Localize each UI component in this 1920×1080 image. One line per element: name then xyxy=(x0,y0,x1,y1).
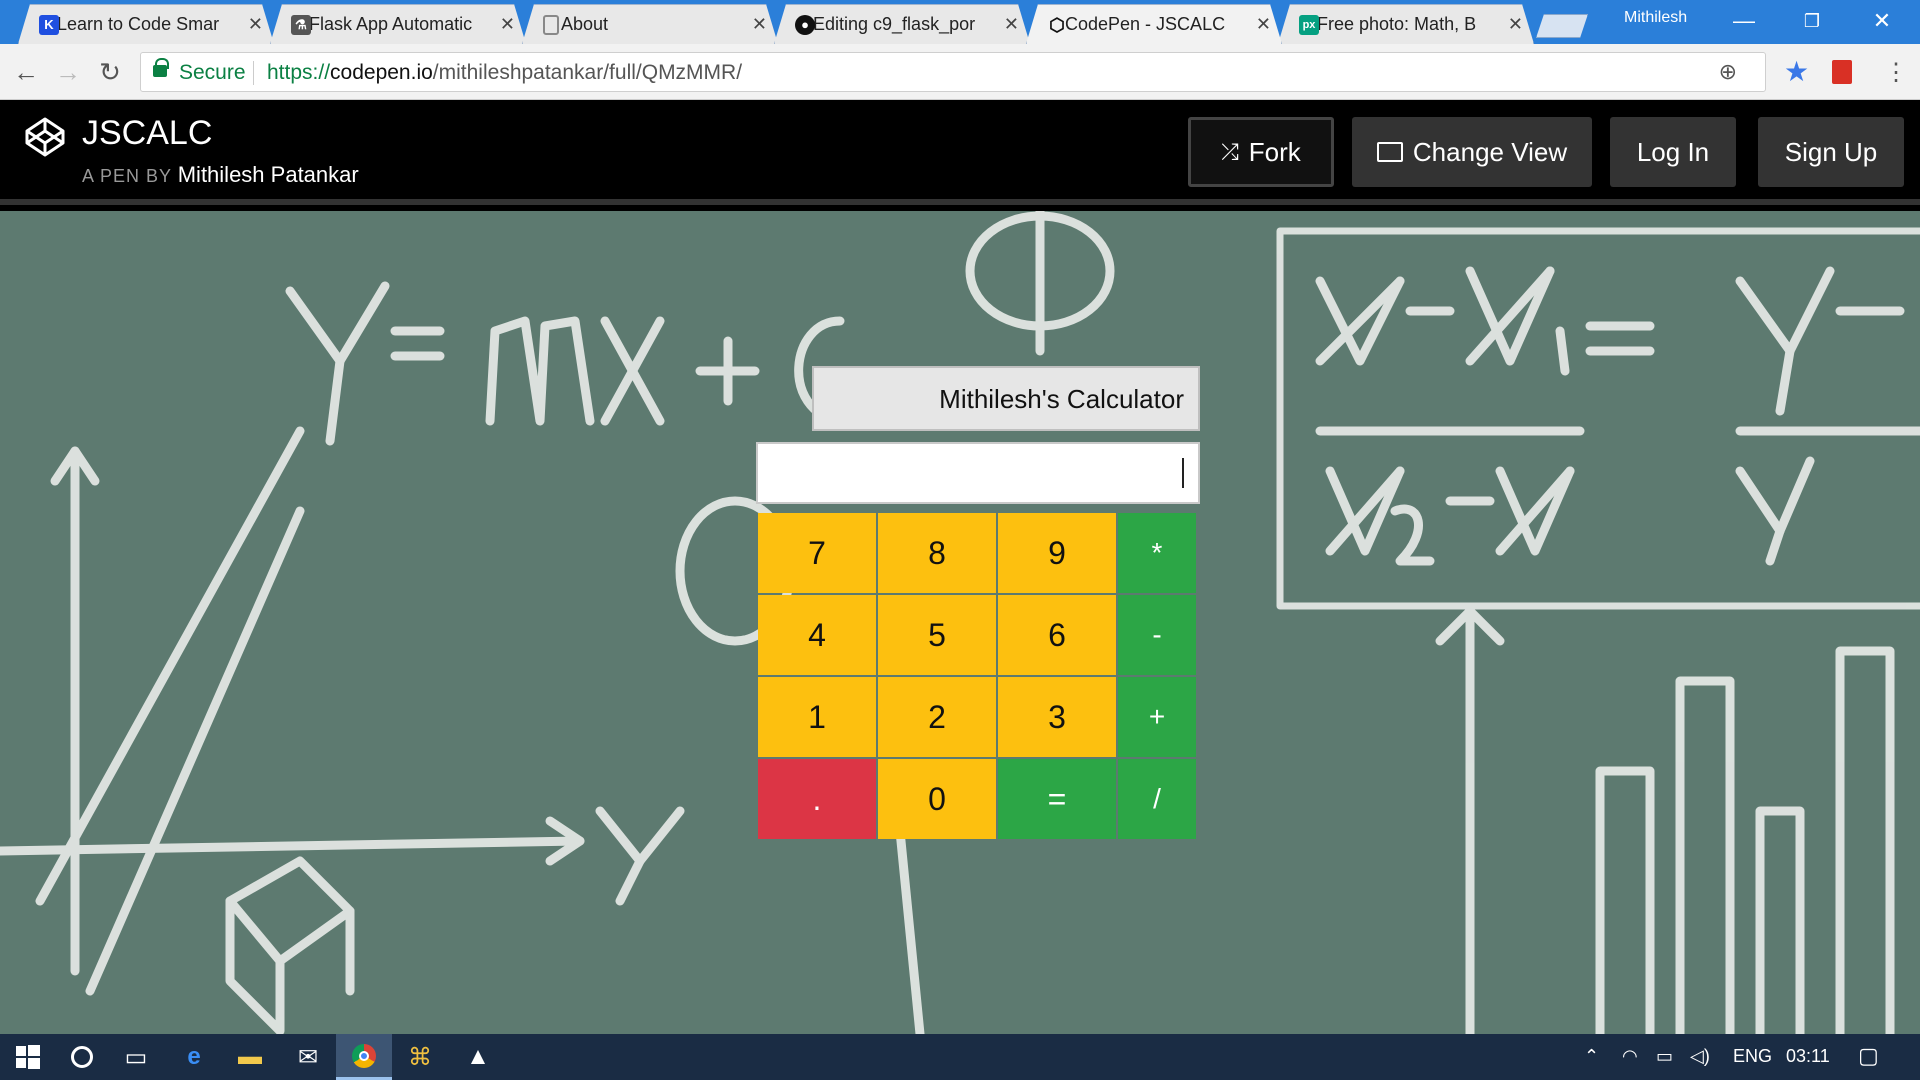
language-indicator[interactable]: ENG xyxy=(1733,1046,1772,1067)
address-bar[interactable]: Secure https://codepen.io/mithileshpatan… xyxy=(140,52,1766,92)
restore-icon[interactable]: ❐ xyxy=(1782,6,1842,36)
close-icon[interactable]: ✕ xyxy=(752,14,767,35)
key-4[interactable]: 4 xyxy=(758,595,876,675)
signup-button[interactable]: Sign Up xyxy=(1758,117,1904,187)
task-view-icon[interactable]: ▭ xyxy=(108,1034,164,1080)
windows-taskbar: ▭ e ▬ ✉ ⌘ ▲ ⌃ ◠ ▭ ◁) ENG 03:11 ▢ xyxy=(0,1034,1920,1080)
secure-label: Secure xyxy=(179,61,246,84)
fork-icon: ⤮ xyxy=(1221,139,1239,164)
new-tab-button[interactable] xyxy=(1536,14,1588,38)
tab-learn-to-code[interactable]: K Learn to Code Smar ✕ xyxy=(18,4,274,44)
extension-icon[interactable] xyxy=(1832,60,1852,84)
text-caret xyxy=(1182,458,1184,488)
login-button[interactable]: Log In xyxy=(1610,117,1736,187)
key-decimal[interactable]: . xyxy=(758,759,876,839)
tab-flask-app[interactable]: ⚗ Flask App Automatic ✕ xyxy=(270,4,526,44)
tab-codepen-jscalc[interactable]: ⬡ CodePen - JSCALC ✕ xyxy=(1026,4,1282,44)
photos-icon[interactable]: ▲ xyxy=(450,1034,506,1080)
tab-title: About xyxy=(561,14,609,34)
menu-icon[interactable]: ⋮ xyxy=(1884,58,1908,87)
close-icon[interactable]: ✕ xyxy=(1004,14,1019,35)
codepen-header: JSCALC A PEN BY Mithilesh Patankar ⤮ For… xyxy=(0,100,1920,205)
url-scheme: https:// xyxy=(267,61,331,84)
file-explorer-icon[interactable]: ▬ xyxy=(222,1034,278,1080)
battery-icon[interactable]: ▭ xyxy=(1656,1046,1673,1067)
fork-button[interactable]: ⤮ Fork xyxy=(1188,117,1334,187)
close-icon[interactable]: ✕ xyxy=(1256,14,1271,35)
calculator-title: Mithilesh's Calculator xyxy=(812,366,1200,431)
key-add[interactable]: + xyxy=(1118,677,1196,757)
cortana-search-icon[interactable] xyxy=(54,1034,110,1080)
change-view-button[interactable]: Change View xyxy=(1352,117,1592,187)
key-9[interactable]: 9 xyxy=(998,513,1116,593)
view-icon xyxy=(1376,142,1403,162)
key-5[interactable]: 5 xyxy=(878,595,996,675)
fork-label: Fork xyxy=(1248,136,1301,167)
close-window-icon[interactable]: ✕ xyxy=(1852,6,1912,36)
key-7[interactable]: 7 xyxy=(758,513,876,593)
signup-label: Sign Up xyxy=(1784,136,1878,167)
tab-title: Learn to Code Smar xyxy=(57,14,220,34)
reload-icon[interactable]: ↻ xyxy=(94,56,126,88)
codepen-logo-icon[interactable] xyxy=(24,116,66,158)
key-2[interactable]: 2 xyxy=(878,677,996,757)
key-0[interactable]: 0 xyxy=(878,759,996,839)
tab-free-photo[interactable]: px Free photo: Math, B ✕ xyxy=(1278,4,1534,44)
close-icon[interactable]: ✕ xyxy=(248,14,263,35)
codecademy-icon: K xyxy=(39,15,59,35)
pexels-icon: px xyxy=(1299,15,1319,35)
url-host: codepen.io xyxy=(330,61,433,84)
network-app-icon[interactable]: ⌘ xyxy=(392,1034,448,1080)
chrome-icon[interactable] xyxy=(336,1034,392,1080)
bookmark-star-icon[interactable]: ★ xyxy=(1784,54,1809,90)
change-view-label: Change View xyxy=(1412,136,1568,167)
notifications-icon[interactable]: ▢ xyxy=(1858,1043,1879,1069)
key-3[interactable]: 3 xyxy=(998,677,1116,757)
codepen-icon: ⬡ xyxy=(1049,15,1065,35)
url-path: /mithileshpatankar/full/QMzMMR/ xyxy=(432,61,743,84)
key-6[interactable]: 6 xyxy=(998,595,1116,675)
close-icon[interactable]: ✕ xyxy=(500,14,515,35)
tab-title: CodePen - JSCALC xyxy=(1065,14,1226,34)
by-label: A PEN BY xyxy=(82,166,172,186)
pen-title: JSCALC xyxy=(82,114,213,152)
key-1[interactable]: 1 xyxy=(758,677,876,757)
tab-title: Flask App Automatic xyxy=(309,14,473,34)
edge-icon[interactable]: e xyxy=(166,1034,222,1080)
browser-tab-strip: K Learn to Code Smar ✕ ⚗ Flask App Autom… xyxy=(0,0,1920,44)
tab-about[interactable]: About ✕ xyxy=(522,4,778,44)
key-multiply[interactable]: * xyxy=(1118,513,1196,593)
forward-icon[interactable]: → xyxy=(52,56,84,88)
close-icon[interactable]: ✕ xyxy=(1508,14,1523,35)
key-divide[interactable]: / xyxy=(1118,759,1196,839)
author-link[interactable]: Mithilesh Patankar xyxy=(178,162,359,187)
github-icon: ● xyxy=(795,15,815,35)
tab-title: Editing c9_flask_por xyxy=(813,14,976,34)
flask-icon: ⚗ xyxy=(291,15,311,35)
minimize-icon[interactable]: — xyxy=(1714,6,1774,36)
key-subtract[interactable]: - xyxy=(1118,595,1196,675)
url-text[interactable]: https://codepen.io/mithileshpatankar/ful… xyxy=(267,61,742,85)
windows-start-icon[interactable] xyxy=(0,1034,56,1080)
profile-name[interactable]: Mithilesh xyxy=(1624,9,1687,27)
lock-icon xyxy=(153,58,169,77)
show-hidden-icons[interactable]: ⌃ xyxy=(1584,1046,1599,1067)
volume-icon[interactable]: ◁) xyxy=(1690,1046,1710,1067)
clock[interactable]: 03:11 xyxy=(1786,1046,1830,1067)
key-8[interactable]: 8 xyxy=(878,513,996,593)
browser-toolbar: ← → ↻ Secure https://codepen.io/mithiles… xyxy=(0,44,1920,100)
tab-title: Free photo: Math, B xyxy=(1317,14,1477,34)
tab-github-editing[interactable]: ● Editing c9_flask_por ✕ xyxy=(774,4,1030,44)
login-label: Log In xyxy=(1636,136,1710,167)
back-icon[interactable]: ← xyxy=(10,56,42,88)
calculator-display-input[interactable] xyxy=(756,442,1200,504)
zoom-icon[interactable]: ⊕ xyxy=(1719,59,1737,85)
wifi-icon[interactable]: ◠ xyxy=(1622,1046,1638,1067)
page-icon xyxy=(543,15,559,35)
key-equals[interactable]: = xyxy=(998,759,1116,839)
mail-icon[interactable]: ✉ xyxy=(280,1034,336,1080)
pen-author-line: A PEN BY Mithilesh Patankar xyxy=(82,162,359,188)
divider xyxy=(253,61,254,85)
